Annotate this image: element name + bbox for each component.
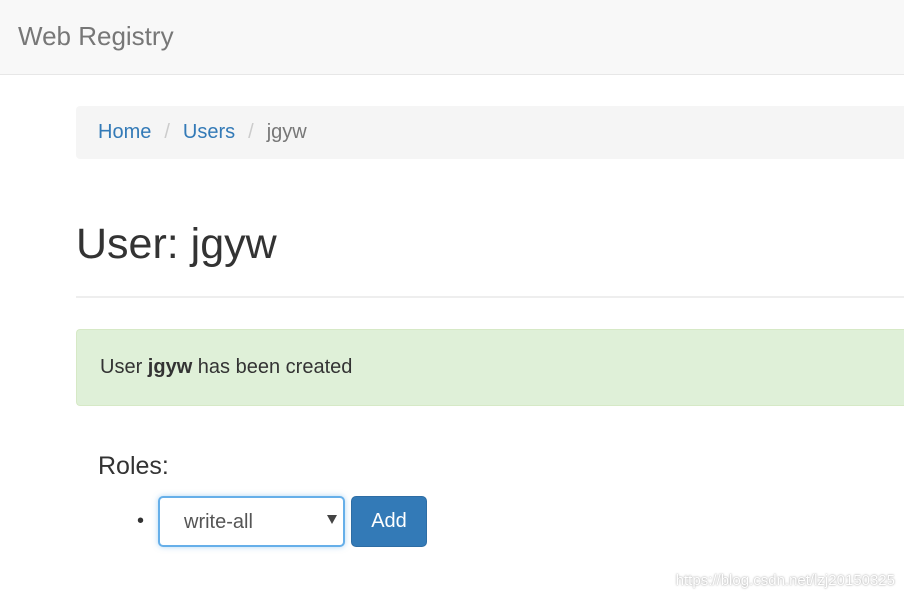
role-select[interactable]: write-all [158,496,345,547]
breadcrumb: Home / Users / jgyw [76,106,904,159]
watermark-text: https://blog.csdn.net/lzj20150325 [675,572,895,589]
chevron-down-icon [327,515,337,524]
breadcrumb-home-link[interactable]: Home [98,121,151,144]
page-title: User: jgyw [76,220,277,268]
role-select-value: write-all [184,511,253,533]
breadcrumb-separator: / [248,121,254,143]
alert-suffix: has been created [192,356,353,378]
brand-link[interactable]: Web Registry [18,20,174,52]
alert-text: User jgyw has been created [100,356,352,379]
add-role-button[interactable]: Add [351,496,427,547]
alert-username: jgyw [147,356,193,378]
navbar: Web Registry [0,0,904,75]
list-bullet: • [137,510,145,532]
breadcrumb-users-link[interactable]: Users [183,121,235,144]
roles-heading: Roles: [98,452,169,480]
success-alert: User jgyw has been created [76,329,904,406]
breadcrumb-current: jgyw [266,121,307,143]
breadcrumb-separator: / [164,121,170,143]
title-divider [76,296,904,298]
alert-prefix: User [100,356,148,378]
